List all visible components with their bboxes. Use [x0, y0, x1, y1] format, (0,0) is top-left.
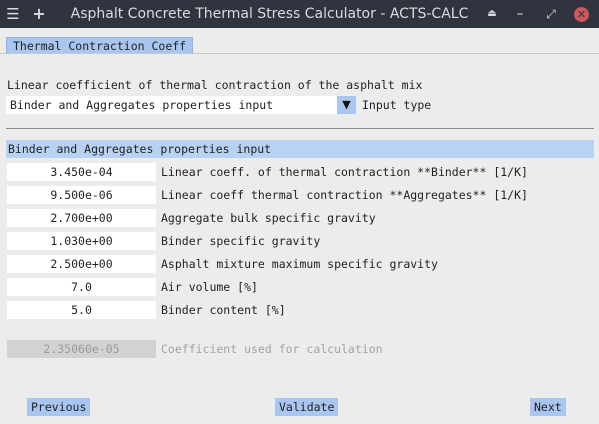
separator [6, 128, 594, 129]
binder-coeff-input[interactable]: 3.450e-04 [7, 163, 156, 181]
mixture-gravity-label: Asphalt mixture maximum specific gravity [161, 257, 438, 271]
calculated-coefficient-field: 2.35060e-05 [7, 340, 156, 358]
mixture-gravity-input[interactable]: 2.500e+00 [7, 255, 156, 273]
next-button[interactable]: Next [530, 398, 566, 416]
aggregates-coeff-input[interactable]: 9.500e-06 [7, 186, 156, 204]
add-icon[interactable]: + [30, 0, 48, 28]
air-volume-label: Air volume [%] [161, 280, 258, 294]
restore-icon[interactable]: ⤢ [543, 0, 559, 28]
window-menu-icon[interactable]: ☰ [4, 0, 22, 28]
input-type-label: Input type [362, 98, 432, 112]
binder-coeff-label: Linear coeff. of thermal contraction **B… [161, 165, 528, 179]
title-bar: ☰ + Asphalt Concrete Thermal Stress Calc… [0, 0, 599, 28]
aggregate-gravity-input[interactable]: 2.700e+00 [7, 209, 156, 227]
binder-gravity-label: Binder specific gravity [161, 234, 321, 248]
section-title: Binder and Aggregates properties input [8, 142, 272, 156]
input-type-selected-value: Binder and Aggregates properties input [10, 98, 274, 112]
binder-content-input[interactable]: 5.0 [7, 301, 156, 319]
tab-thermal-contraction-coeff[interactable]: Thermal Contraction Coeff [6, 37, 194, 54]
validate-button[interactable]: Validate [275, 398, 339, 416]
input-type-select[interactable]: Binder and Aggregates properties input [6, 96, 337, 114]
aggregates-coeff-label: Linear coeff thermal contraction **Aggre… [161, 188, 528, 202]
close-icon[interactable]: ✕ [574, 7, 589, 22]
window-title: Asphalt Concrete Thermal Stress Calculat… [70, 6, 469, 22]
section-header: Binder and Aggregates properties input [6, 140, 594, 158]
mix-coefficient-label: Linear coefficient of thermal contractio… [7, 78, 423, 92]
binder-gravity-input[interactable]: 1.030e+00 [7, 232, 156, 250]
keep-above-icon[interactable]: ⏏ [484, 0, 500, 28]
dropdown-arrow-icon[interactable]: ▼ [337, 96, 356, 114]
minimize-icon[interactable]: – [512, 0, 528, 28]
calculated-coefficient-label: Coefficient used for calculation [161, 342, 383, 356]
previous-button[interactable]: Previous [27, 398, 91, 416]
air-volume-input[interactable]: 7.0 [7, 278, 156, 296]
aggregate-gravity-label: Aggregate bulk specific gravity [161, 211, 376, 225]
binder-content-label: Binder content [%] [161, 303, 286, 317]
tab-divider [0, 53, 599, 54]
